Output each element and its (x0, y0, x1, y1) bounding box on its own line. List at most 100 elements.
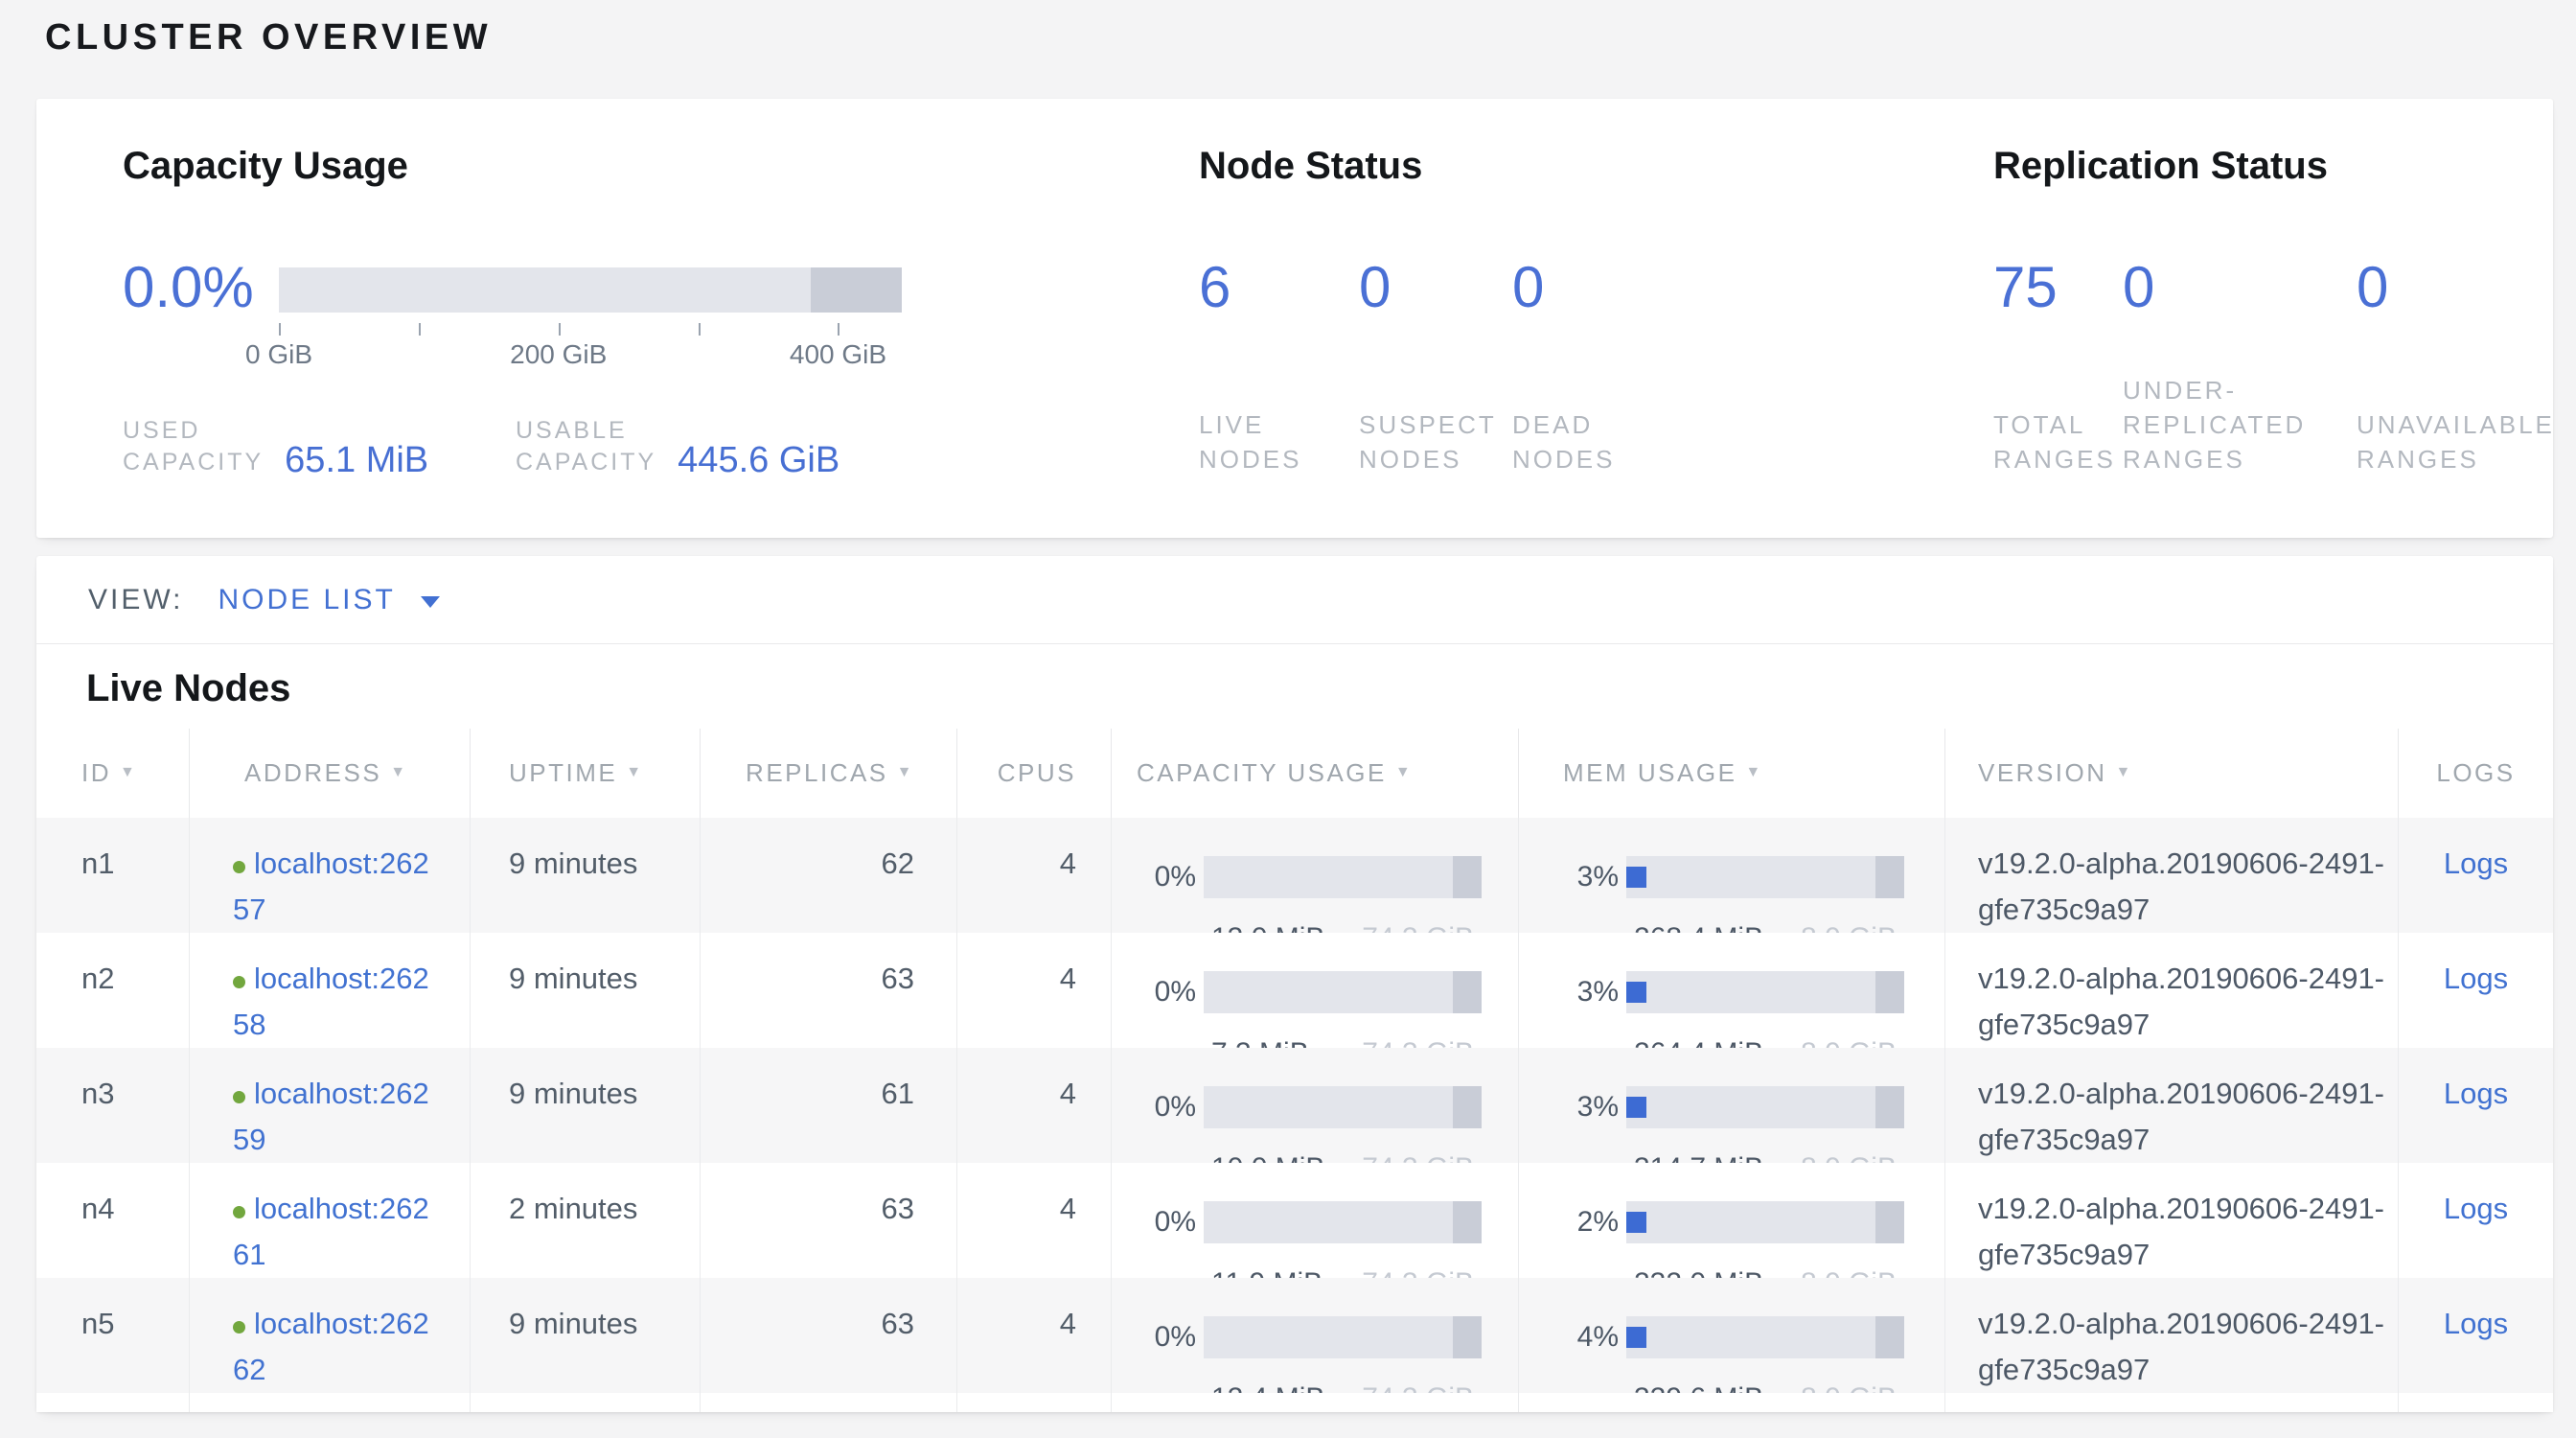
metric-label-line: DEAD (1512, 407, 1615, 442)
usage-percent: 0% (1131, 1084, 1196, 1130)
node-id-cell: n2 (36, 933, 190, 1048)
usage-bar (1204, 971, 1482, 1013)
stat-label: USABLECAPACITY (516, 415, 656, 478)
table-row: n4localhost:262612 minutes6340%11.9 MiB7… (36, 1163, 2553, 1278)
metric-label: DEADNODES (1512, 407, 1615, 476)
usage-bar-labels: 13.0 MiB74.3 GiB (1211, 916, 1474, 933)
node-address-link[interactable]: localhost:26259 (233, 1077, 429, 1156)
logs-link[interactable]: Logs (2444, 1192, 2508, 1225)
metric-label-line: REPLICATED (2123, 407, 2306, 442)
node-address-link[interactable]: localhost:26257 (233, 847, 429, 926)
version-text: v19.2.0-alpha.20190606-2491-gfe735c9a97 (1978, 1186, 2397, 1278)
column-header-id[interactable]: ID▼ (36, 729, 190, 818)
page-title: CLUSTER OVERVIEW (45, 12, 492, 62)
usage-bar (1204, 1086, 1482, 1128)
column-header-address[interactable]: ADDRESS▼ (190, 729, 471, 818)
version-cell: v19.2.0-alpha.20190606-2491-gfe735c9a97 (1945, 818, 2399, 933)
stat-label-line: USED (123, 415, 264, 447)
replicas-cell: 63 (701, 1278, 957, 1393)
metric-value: 75 (1993, 252, 2123, 323)
axis-tick-label: 200 GiB (510, 339, 607, 370)
usage-bar-labels: 7.3 MiB74.3 GiB (1211, 1031, 1474, 1048)
usage-bar-labels: 268.4 MiB8.0 GiB (1634, 916, 1897, 933)
logs-link[interactable]: Logs (2444, 962, 2508, 995)
usage-bar-highlight (1875, 1201, 1904, 1243)
uptime-cell: 9 minutes (471, 933, 701, 1048)
total-value: 74.3 GiB (1362, 916, 1474, 933)
node-address: localhost:26258 (233, 956, 436, 1048)
capacity-bar-row: 0% (1131, 969, 1518, 1015)
metric-label-line: TOTAL (1993, 407, 2116, 442)
axis-tick (419, 323, 421, 336)
node-address: localhost:26259 (233, 1071, 436, 1163)
used-value: 329.6 MiB (1634, 1376, 1763, 1393)
table-cell-partial (1945, 1393, 2399, 1412)
column-header-version[interactable]: VERSION▼ (1945, 729, 2399, 818)
replication-status-section: Replication Status 75TOTALRANGES0UNDER-R… (1993, 99, 2534, 538)
column-header-cpus: CPUS (957, 729, 1112, 818)
stat-label-line: CAPACITY (123, 447, 264, 478)
summary-card: Capacity Usage 0.0% 0 GiB200 GiB400 GiB … (36, 99, 2553, 538)
node-address-cell: localhost:26262 (190, 1278, 471, 1393)
metric-label: TOTALRANGES (1993, 407, 2116, 476)
metric-label-line: LIVE (1199, 407, 1301, 442)
view-selector-dropdown[interactable]: NODE LIST (218, 584, 439, 616)
column-header-label: MEM USAGE (1563, 758, 1736, 788)
uptime-cell: 9 minutes (471, 1278, 701, 1393)
total-value: 74.3 GiB (1362, 1146, 1474, 1163)
node-address-link[interactable]: localhost:26262 (233, 1307, 429, 1386)
metric-label: LIVENODES (1199, 407, 1301, 476)
column-header-capacity[interactable]: CAPACITY USAGE▼ (1112, 729, 1519, 818)
node-address-cell: localhost:26259 (190, 1048, 471, 1163)
version-text: v19.2.0-alpha.20190606-2491-gfe735c9a97 (1978, 956, 2397, 1048)
logs-link[interactable]: Logs (2444, 847, 2508, 880)
logs-link[interactable]: Logs (2444, 1307, 2508, 1340)
column-header-replicas[interactable]: REPLICAS▼ (701, 729, 957, 818)
usage-bar-used (1626, 1327, 1646, 1348)
table-row: n5localhost:262629 minutes6340%12.4 MiB7… (36, 1278, 2553, 1393)
node-address: localhost:26261 (233, 1186, 436, 1278)
node-id-cell: n4 (36, 1163, 190, 1278)
column-header-uptime[interactable]: UPTIME▼ (471, 729, 701, 818)
axis-tick (559, 323, 561, 336)
axis-tick-label: 0 GiB (245, 339, 312, 370)
usage-bar-labels: 264.4 MiB8.0 GiB (1634, 1031, 1897, 1048)
live-status-dot-icon (233, 1321, 245, 1334)
column-header-logs: LOGS (2399, 729, 2553, 818)
table-row-partial (36, 1393, 2553, 1412)
usage-bar (1204, 1201, 1482, 1243)
stat-value: 445.6 GiB (678, 440, 840, 481)
usage-bar-highlight (1875, 1086, 1904, 1128)
node-address-link[interactable]: localhost:26261 (233, 1192, 429, 1271)
column-header-memory[interactable]: MEM USAGE▼ (1519, 729, 1945, 818)
capacity-bar-track (279, 267, 902, 313)
cpus-cell: 4 (957, 933, 1112, 1048)
node-id-cell: n3 (36, 1048, 190, 1163)
usage-bar-highlight (1875, 1316, 1904, 1358)
metric-label: UNDER-REPLICATEDRANGES (2123, 373, 2306, 476)
node-address: localhost:26262 (233, 1301, 436, 1393)
usage-bar-highlight (1453, 856, 1482, 898)
usage-bar-used (1626, 982, 1646, 1003)
metric-label-line: RANGES (2123, 442, 2306, 476)
axis-tick-label: 400 GiB (790, 339, 886, 370)
capacity-stats: USEDCAPACITY65.1 MiB USABLECAPACITY 445.6 … (123, 404, 1167, 478)
capacity-stat: USEDCAPACITY65.1 MiB (123, 415, 428, 478)
logs-link[interactable]: Logs (2444, 1077, 2508, 1110)
used-value: 12.4 MiB (1211, 1376, 1324, 1393)
node-address-link[interactable]: localhost:26258 (233, 962, 429, 1041)
sort-arrow-icon: ▼ (897, 764, 914, 781)
capacity-bar-row: 0% (1131, 854, 1518, 900)
stat-label: USEDCAPACITY (123, 415, 264, 478)
total-value: 8.0 GiB (1801, 1376, 1897, 1393)
table-cell-partial (957, 1393, 1112, 1412)
used-value: 10.0 MiB (1211, 1146, 1324, 1163)
usage-bar (1626, 1201, 1904, 1243)
node-address-cell: localhost:26258 (190, 933, 471, 1048)
metric-column: 6LIVENODES (1199, 252, 1359, 476)
capacity-stat: USABLECAPACITY 445.6 GiB (516, 415, 840, 478)
metric-value: 0 (1512, 252, 1544, 323)
live-nodes-title: Live Nodes (86, 644, 2553, 711)
metric-column: 0DEADNODES (1512, 252, 1544, 476)
used-value: 264.4 MiB (1634, 1031, 1763, 1048)
